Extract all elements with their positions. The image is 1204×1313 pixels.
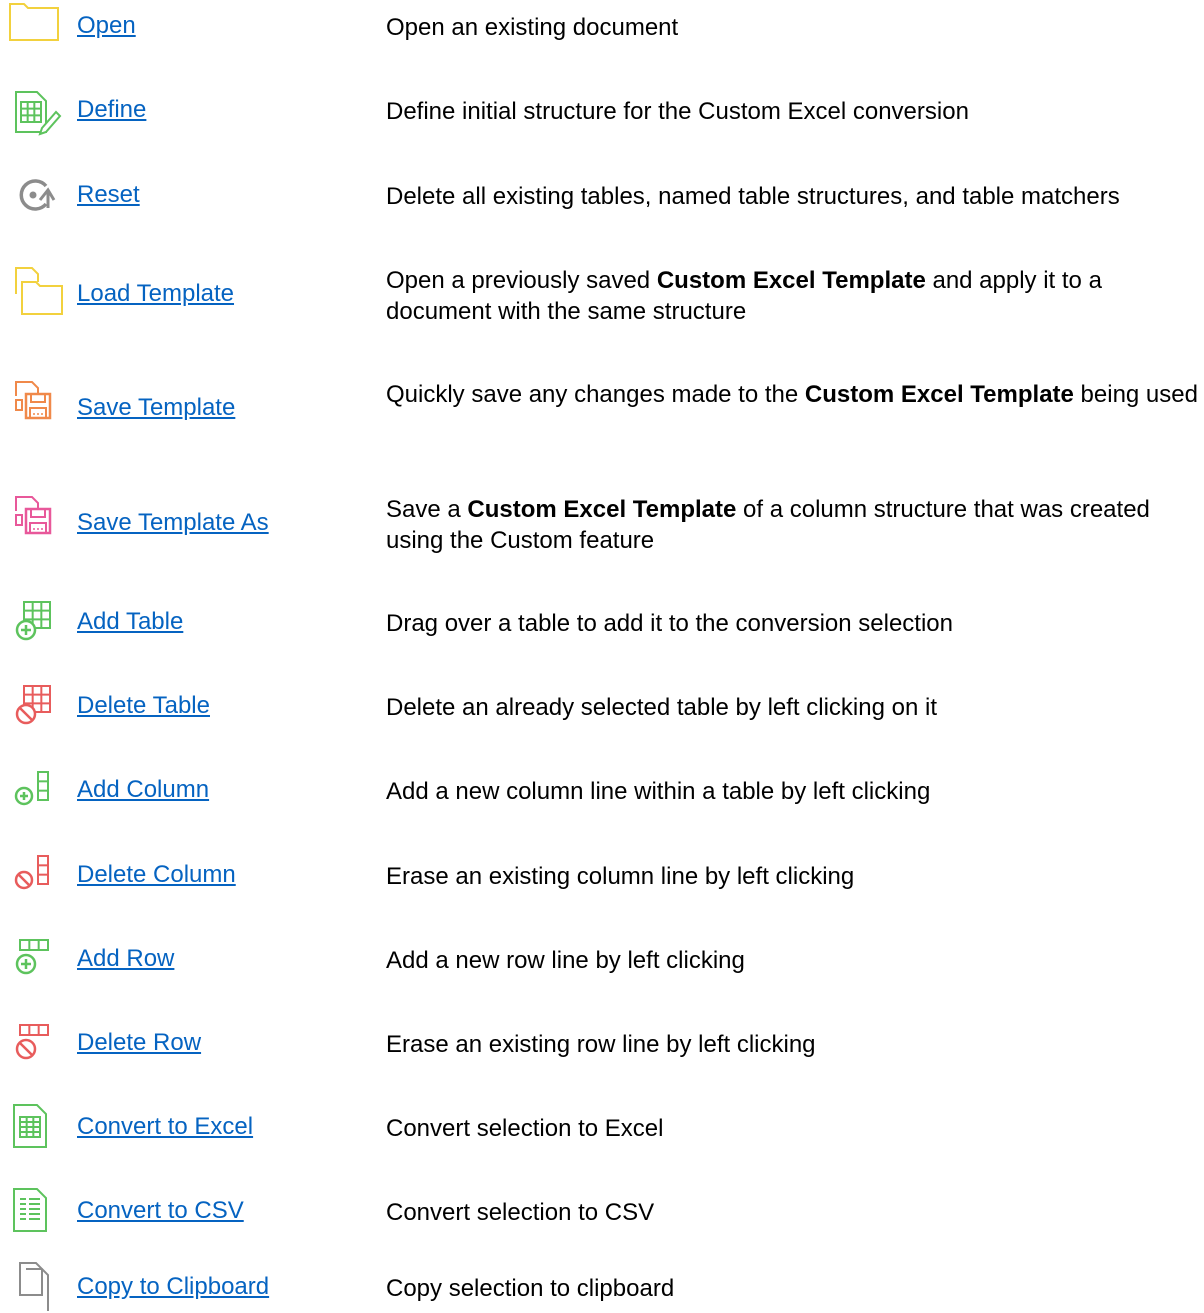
description-text: Convert selection to Excel: [386, 1115, 664, 1142]
command-description: Open an existing document: [386, 12, 1201, 43]
command-description: Add a new row line by left clicking: [386, 945, 1201, 976]
delete-column-icon: [6, 846, 64, 904]
emphasis-text: Custom Excel Template: [467, 496, 737, 523]
description-text: Delete all existing tables, named table …: [386, 183, 1120, 210]
emphasis-text: Custom Excel Template: [804, 381, 1074, 408]
description-text: being used: [1073, 381, 1198, 408]
delete-table-icon: [6, 678, 64, 736]
command-link-copy-to-clipboard[interactable]: Copy to Clipboard: [77, 1273, 269, 1301]
command-description: Copy selection to clipboard: [386, 1273, 1201, 1304]
add-table-icon: [6, 594, 64, 652]
description-text: Delete an already selected table by left…: [386, 694, 937, 721]
define-table-icon: [6, 84, 64, 142]
description-text: Erase an existing column line by left cl…: [386, 863, 855, 890]
command-link-save-template-as[interactable]: Save Template As: [77, 509, 269, 537]
command-link-delete-column[interactable]: Delete Column: [77, 861, 236, 889]
command-description: Define initial structure for the Custom …: [386, 96, 1201, 127]
description-text: Open an existing document: [386, 14, 679, 41]
excel-file-icon: [6, 1099, 64, 1157]
save-template-as-icon: [6, 489, 64, 547]
save-template-icon: [6, 374, 64, 432]
csv-file-icon: [6, 1183, 64, 1241]
description-text: Quickly save any changes made to the: [386, 381, 805, 408]
command-link-add-table[interactable]: Add Table: [77, 608, 183, 636]
command-description: Convert selection to CSV: [386, 1197, 1201, 1228]
description-text: Copy selection to clipboard: [386, 1275, 675, 1302]
command-link-convert-to-csv[interactable]: Convert to CSV: [77, 1197, 244, 1225]
add-row-icon: [6, 930, 64, 988]
command-link-add-column[interactable]: Add Column: [77, 776, 209, 804]
command-description: Delete all existing tables, named table …: [386, 181, 1201, 212]
command-description: Erase an existing column line by left cl…: [386, 861, 1201, 892]
description-text: Erase an existing row line by left click…: [386, 1031, 816, 1058]
folder-icon: [6, 0, 64, 58]
command-link-convert-to-excel[interactable]: Convert to Excel: [77, 1113, 253, 1141]
command-link-open[interactable]: Open: [77, 12, 136, 40]
load-template-icon: [6, 260, 64, 318]
command-description: Open a previously saved Custom Excel Tem…: [386, 265, 1201, 327]
command-link-reset[interactable]: Reset: [77, 181, 140, 209]
command-link-load-template[interactable]: Load Template: [77, 280, 234, 308]
description-text: Add a new row line by left clicking: [386, 947, 745, 974]
description-text: Add a new column line within a table by …: [386, 778, 931, 805]
command-description: Erase an existing row line by left click…: [386, 1029, 1201, 1060]
command-description: Add a new column line within a table by …: [386, 776, 1201, 807]
command-description: Quickly save any changes made to the Cus…: [386, 379, 1201, 410]
command-link-delete-row[interactable]: Delete Row: [77, 1029, 201, 1057]
description-text: Define initial structure for the Custom …: [386, 98, 969, 125]
description-text: Drag over a table to add it to the conve…: [386, 610, 953, 637]
command-link-add-row[interactable]: Add Row: [77, 945, 174, 973]
reset-icon: [6, 166, 64, 224]
emphasis-text: Custom Excel Template: [656, 267, 926, 294]
delete-row-icon: [6, 1015, 64, 1073]
command-link-save-template[interactable]: Save Template: [77, 394, 235, 422]
description-text: Save a: [386, 496, 468, 523]
command-link-delete-table[interactable]: Delete Table: [77, 692, 210, 720]
add-column-icon: [6, 762, 64, 820]
command-description: Drag over a table to add it to the conve…: [386, 608, 1201, 639]
description-text: Convert selection to CSV: [386, 1199, 655, 1226]
command-description: Save a Custom Excel Template of a column…: [386, 494, 1201, 556]
command-description: Delete an already selected table by left…: [386, 692, 1201, 723]
command-description: Convert selection to Excel: [386, 1113, 1201, 1144]
copy-icon: [6, 1255, 64, 1313]
command-link-define[interactable]: Define: [77, 96, 146, 124]
description-text: Open a previously saved: [386, 267, 657, 294]
